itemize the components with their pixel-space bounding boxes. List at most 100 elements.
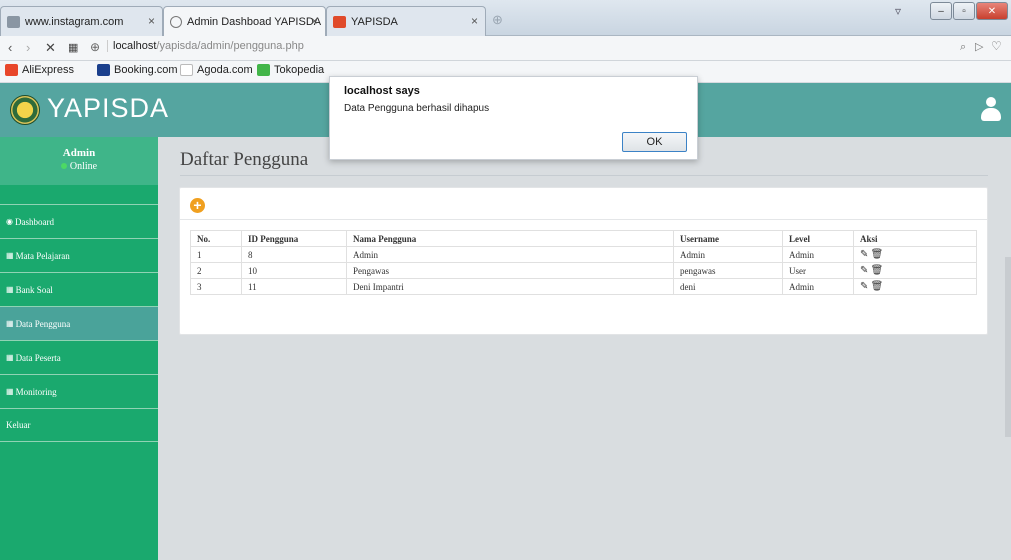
online-dot-icon bbox=[60, 163, 67, 169]
search-icon[interactable]: ⌕ bbox=[960, 41, 966, 54]
bookmark-aliexpress[interactable]: AliExpress bbox=[5, 64, 74, 76]
bookmark-label: Booking.com bbox=[114, 64, 178, 76]
sidebar-item-bank-soal[interactable]: ▦ Bank Soal bbox=[0, 272, 158, 306]
sidebar-item-label: Bank Soal bbox=[15, 284, 53, 295]
cell-level: Admin bbox=[782, 278, 854, 295]
cell-id: 10 bbox=[241, 262, 347, 279]
aliexpress-icon bbox=[5, 64, 18, 76]
ok-button[interactable]: OK bbox=[622, 132, 687, 152]
tab-title: YAPISDA bbox=[351, 15, 398, 28]
panel-divider bbox=[180, 219, 987, 220]
scrollbar[interactable] bbox=[1005, 257, 1011, 437]
heart-icon[interactable]: ♡ bbox=[991, 39, 1002, 53]
tab-title: Admin Dashboad YAPISDA bbox=[187, 15, 322, 28]
dashboard-icon: ◉ bbox=[6, 217, 13, 226]
cell-level: User bbox=[782, 262, 854, 279]
stop-icon[interactable]: ✕ bbox=[45, 40, 56, 56]
dialog-title: localhost says bbox=[344, 85, 420, 97]
col-username: Username bbox=[673, 230, 783, 247]
booking-icon bbox=[97, 64, 110, 76]
tab-yapisda[interactable]: YAPISDA × bbox=[326, 6, 486, 36]
sidebar-item-label: Dashboard bbox=[14, 216, 54, 227]
main-content: Daftar Pengguna + No. ID Pengguna Nama P… bbox=[158, 137, 1011, 560]
address-bar: ‹ › ✕ ▦ ⊕ localhost/yapisda/admin/penggu… bbox=[0, 36, 1011, 61]
close-icon[interactable]: × bbox=[311, 14, 318, 28]
dialog-message: Data Pengguna berhasil dihapus bbox=[344, 103, 490, 114]
table-row: 3 11 Deni Impantri deni Admin ✎ 🗑 bbox=[190, 278, 977, 295]
table-row: 1 8 Admin Admin Admin ✎ 🗑 bbox=[190, 246, 977, 263]
minimize-button[interactable]: ‒ bbox=[930, 2, 952, 20]
cell-nama: Deni Impantri bbox=[346, 278, 674, 295]
edit-pencil-icon[interactable]: ✎ bbox=[860, 281, 868, 292]
cell-username: Admin bbox=[673, 246, 783, 263]
table-row: 2 10 Pengawas pengawas User ✎ 🗑 bbox=[190, 262, 977, 279]
sidebar-item-label: Data Peserta bbox=[15, 352, 61, 363]
tab-admin-dashboard[interactable]: Admin Dashboad YAPISDA × bbox=[163, 6, 326, 36]
status-text: Online bbox=[69, 161, 98, 172]
trash-icon[interactable]: 🗑 bbox=[871, 249, 884, 260]
table-icon: ▦ bbox=[6, 285, 14, 294]
title-divider bbox=[180, 175, 988, 176]
col-id-pengguna: ID Pengguna bbox=[241, 230, 347, 247]
tokopedia-icon bbox=[257, 64, 270, 76]
send-icon[interactable]: ▷ bbox=[975, 40, 983, 53]
add-user-button[interactable]: + bbox=[190, 198, 205, 213]
col-nama-pengguna: Nama Pengguna bbox=[346, 230, 674, 247]
bookmark-agoda[interactable]: Agoda.com bbox=[180, 64, 253, 76]
bookmark-label: AliExpress bbox=[22, 64, 74, 76]
sidebar-item-data-pengguna[interactable]: ▦ Data Pengguna bbox=[0, 306, 158, 340]
bookmark-label: Agoda.com bbox=[197, 64, 253, 76]
sidebar-item-monitoring[interactable]: ▦ Monitoring bbox=[0, 374, 158, 408]
page-title: Daftar Pengguna bbox=[180, 149, 309, 170]
sidebar-user-panel: Admin Online bbox=[0, 137, 158, 185]
bookmark-booking[interactable]: Booking.com bbox=[97, 64, 178, 76]
cell-id: 8 bbox=[241, 246, 347, 263]
grid-icon[interactable]: ▦ bbox=[68, 41, 78, 54]
close-icon[interactable]: × bbox=[471, 14, 478, 28]
url-path: /yapisda/admin/pengguna.php bbox=[156, 40, 304, 52]
cell-no: 1 bbox=[190, 246, 242, 263]
url-host: localhost bbox=[113, 40, 157, 52]
edit-pencil-icon[interactable]: ✎ bbox=[860, 265, 868, 276]
sidebar-item-mata-pelajaran[interactable]: ▦ Mata Pelajaran bbox=[0, 238, 158, 272]
col-aksi: Aksi bbox=[853, 230, 977, 247]
sidebar-item-label: Keluar bbox=[6, 420, 31, 430]
logo-icon bbox=[10, 95, 40, 125]
sidebar-item-label: Mata Pelajaran bbox=[15, 250, 70, 261]
cell-level: Admin bbox=[782, 246, 854, 263]
users-panel: + No. ID Pengguna Nama Pengguna Username… bbox=[179, 187, 988, 335]
cell-no: 3 bbox=[190, 278, 242, 295]
back-icon[interactable]: ‹ bbox=[8, 40, 12, 55]
forward-icon[interactable]: › bbox=[26, 40, 30, 55]
sidebar-item-keluar[interactable]: Keluar bbox=[0, 408, 158, 442]
trash-icon[interactable]: 🗑 bbox=[871, 265, 884, 276]
sidebar-item-label: Data Pengguna bbox=[15, 318, 71, 329]
edit-pencil-icon[interactable]: ✎ bbox=[860, 249, 868, 260]
cell-username: deni bbox=[673, 278, 783, 295]
alert-dialog: localhost says Data Pengguna berhasil di… bbox=[329, 76, 698, 160]
bookmark-tokopedia[interactable]: Tokopedia bbox=[257, 64, 324, 76]
online-status: Online bbox=[0, 161, 158, 172]
sidebar: Admin Online ◉ Dashboard ▦ Mata Pelajaran … bbox=[0, 137, 158, 560]
user-icon[interactable] bbox=[981, 97, 1001, 123]
sidebar-item-data-peserta[interactable]: ▦ Data Peserta bbox=[0, 340, 158, 374]
menu-icon[interactable]: ▿ bbox=[895, 4, 901, 18]
globe-icon: ⊕ bbox=[90, 40, 101, 54]
cell-nama: Admin bbox=[346, 246, 674, 263]
maximize-button[interactable]: ▫ bbox=[953, 2, 975, 20]
tab-instagram[interactable]: www.instagram.com × bbox=[0, 6, 163, 36]
cell-aksi: ✎ 🗑 bbox=[853, 246, 977, 263]
new-tab-icon[interactable]: ⊕ bbox=[492, 12, 503, 28]
close-icon[interactable]: × bbox=[148, 14, 155, 28]
tab-title: www.instagram.com bbox=[25, 15, 124, 28]
sidebar-username: Admin bbox=[62, 147, 96, 159]
table-header-row: No. ID Pengguna Nama Pengguna Username L… bbox=[190, 230, 977, 247]
trash-icon[interactable]: 🗑 bbox=[871, 281, 884, 292]
table-icon: ▦ bbox=[6, 251, 14, 260]
url-field[interactable]: localhost/yapisda/admin/pengguna.php bbox=[107, 40, 304, 52]
brand-name[interactable]: YAPISDA bbox=[47, 93, 169, 124]
sidebar-item-dashboard[interactable]: ◉ Dashboard bbox=[0, 204, 158, 238]
page-icon bbox=[7, 15, 20, 28]
close-window-button[interactable]: ✕ bbox=[976, 2, 1008, 20]
table-icon: ▦ bbox=[6, 353, 14, 362]
